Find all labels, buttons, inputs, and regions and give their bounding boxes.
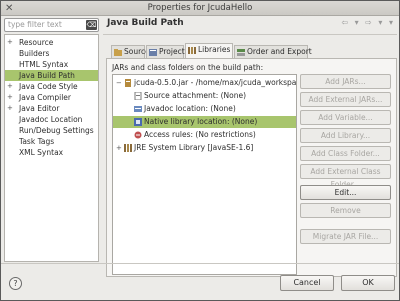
- tree-row-label: Native library location: (None): [144, 117, 258, 126]
- left-panel: type filter text ⌫ + Resource Builders H…: [4, 18, 99, 262]
- tree-row-access-rules[interactable]: Access rules: (No restrictions): [113, 129, 296, 141]
- nav-item-html-syntax[interactable]: HTML Syntax: [5, 59, 98, 70]
- jar-icon: [125, 79, 131, 87]
- nav-item-label: Javadoc Location: [19, 115, 83, 124]
- expand-icon[interactable]: +: [7, 37, 15, 48]
- nav-item-java-compiler[interactable]: + Java Compiler: [5, 92, 98, 103]
- header-divider: [103, 34, 397, 35]
- nav-item-label: Java Build Path: [19, 71, 75, 80]
- javadoc-icon: [134, 106, 142, 112]
- tab-label: Order and Export: [247, 47, 312, 56]
- nav-item-label: XML Syntax: [19, 148, 64, 157]
- footer-divider: [1, 263, 399, 264]
- expand-icon[interactable]: +: [116, 142, 122, 154]
- libraries-icon: [188, 47, 196, 54]
- add-class-folder-button[interactable]: Add Class Folder...: [300, 146, 391, 161]
- nav-item-label: Java Code Style: [19, 82, 78, 91]
- expand-icon[interactable]: +: [7, 92, 15, 103]
- tree-row-jcuda-jar[interactable]: − jcuda-0.5.0.jar - /home/max/jcuda_work…: [113, 77, 296, 89]
- title-bar: ✕ Properties for JcudaHello: [1, 1, 399, 16]
- projects-icon: [149, 49, 157, 56]
- ok-button[interactable]: OK: [341, 275, 395, 291]
- nav-item-java-build-path[interactable]: Java Build Path: [5, 70, 98, 81]
- native-library-icon: [134, 118, 142, 126]
- tree-row-label: jcuda-0.5.0.jar - /home/max/jcuda_worksp…: [134, 78, 297, 87]
- nav-item-label: Java Compiler: [19, 93, 71, 102]
- collapse-icon[interactable]: −: [116, 77, 122, 89]
- tab-source[interactable]: Source: [111, 45, 150, 58]
- nav-item-task-tags[interactable]: Task Tags: [5, 136, 98, 147]
- history-nav-icons[interactable]: ⇦ ▾ ⇨ ▾ ▾: [341, 18, 395, 27]
- nav-item-java-code-style[interactable]: + Java Code Style: [5, 81, 98, 92]
- cancel-button[interactable]: Cancel: [280, 275, 334, 291]
- nav-item-label: Builders: [19, 49, 50, 58]
- clear-filter-icon[interactable]: ⌫: [86, 20, 97, 30]
- source-attachment-icon: [134, 92, 142, 100]
- expand-icon[interactable]: +: [7, 103, 15, 114]
- source-folder-icon: [114, 49, 122, 56]
- tree-row-javadoc-location[interactable]: Javadoc location: (None): [113, 103, 296, 115]
- tree-row-label: Access rules: (No restrictions): [144, 130, 256, 139]
- build-path-tree[interactable]: − jcuda-0.5.0.jar - /home/max/jcuda_work…: [112, 74, 297, 275]
- expand-icon[interactable]: +: [7, 81, 15, 92]
- order-export-icon: [237, 49, 245, 56]
- remove-button[interactable]: Remove: [300, 203, 391, 218]
- close-icon[interactable]: ✕: [5, 1, 13, 16]
- tab-order-and-export[interactable]: Order and Export: [234, 45, 312, 58]
- tree-row-label: Source attachment: (None): [144, 91, 247, 100]
- content-panel: Java Build Path ⇦ ▾ ⇨ ▾ ▾ Source Project…: [103, 18, 397, 277]
- tree-row-source-attachment[interactable]: Source attachment: (None): [113, 90, 296, 102]
- build-path-caption: JARs and class folders on the build path…: [112, 63, 264, 72]
- window-title: Properties for JcudaHello: [147, 3, 253, 13]
- edit-button[interactable]: Edit...: [300, 185, 391, 200]
- add-external-jars-button[interactable]: Add External JARs...: [300, 92, 391, 107]
- page-title: Java Build Path: [107, 18, 184, 28]
- nav-item-javadoc-location[interactable]: Javadoc Location: [5, 114, 98, 125]
- help-icon[interactable]: ?: [9, 277, 22, 290]
- property-page-tree: + Resource Builders HTML Syntax Java Bui…: [4, 34, 99, 262]
- nav-item-java-editor[interactable]: + Java Editor: [5, 103, 98, 114]
- tree-row-native-library-location[interactable]: Native library location: (None): [113, 116, 296, 128]
- filter-input[interactable]: type filter text ⌫: [4, 18, 99, 32]
- nav-item-resource[interactable]: + Resource: [5, 37, 98, 48]
- access-rules-icon: [134, 131, 142, 139]
- add-variable-button[interactable]: Add Variable...: [300, 110, 391, 125]
- nav-item-label: Java Editor: [19, 104, 60, 113]
- migrate-jar-file-button[interactable]: Migrate JAR File...: [300, 229, 391, 244]
- add-jars-button[interactable]: Add JARs...: [300, 74, 391, 89]
- nav-item-builders[interactable]: Builders: [5, 48, 98, 59]
- tree-row-label: JRE System Library [JavaSE-1.6]: [134, 143, 254, 152]
- nav-item-label: Task Tags: [19, 137, 55, 146]
- nav-item-label: HTML Syntax: [19, 60, 69, 69]
- tab-projects[interactable]: Projects: [146, 45, 189, 58]
- filter-placeholder: type filter text: [8, 20, 62, 29]
- tab-libraries[interactable]: Libraries: [185, 43, 233, 58]
- add-library-button[interactable]: Add Library...: [300, 128, 391, 143]
- nav-item-run-debug-settings[interactable]: Run/Debug Settings: [5, 125, 98, 136]
- add-external-class-folder-button[interactable]: Add External Class Folder...: [300, 164, 391, 189]
- nav-item-label: Run/Debug Settings: [19, 126, 94, 135]
- tab-label: Libraries: [198, 45, 231, 54]
- nav-item-label: Resource: [19, 38, 54, 47]
- tree-row-jre-system-library[interactable]: + JRE System Library [JavaSE-1.6]: [113, 142, 296, 154]
- library-icon: [124, 144, 132, 152]
- properties-dialog: ✕ Properties for JcudaHello type filter …: [0, 0, 400, 301]
- nav-item-xml-syntax[interactable]: XML Syntax: [5, 147, 98, 158]
- tree-row-label: Javadoc location: (None): [144, 104, 236, 113]
- libraries-tab-panel: JARs and class folders on the build path…: [106, 58, 397, 277]
